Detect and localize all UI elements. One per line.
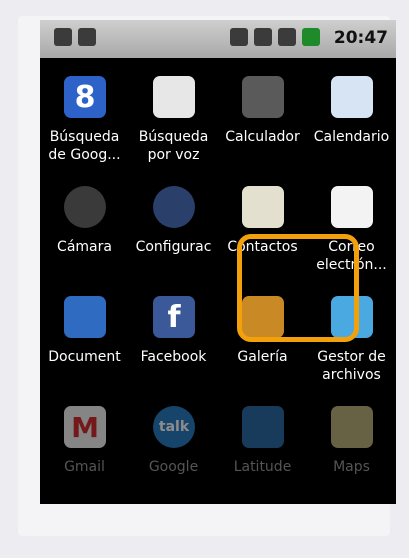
app-label: Contactos (227, 239, 298, 255)
app-busqueda-voz[interactable]: Búsqueda por voz (129, 60, 218, 170)
app-label: Configurac (135, 239, 212, 255)
status-bar: 20:47 (40, 20, 396, 58)
latitude-icon (242, 406, 284, 448)
file-manager-icon (331, 296, 373, 338)
network-icon (254, 28, 272, 46)
calendar-icon (331, 76, 373, 118)
phone-screen: 20:47 8 Búsqueda de Goog... Búsqueda por… (40, 20, 396, 504)
google-talk-icon: talk (153, 406, 195, 448)
app-gestor-archivos[interactable]: Gestor de archivos (307, 280, 396, 390)
facebook-icon: f (153, 296, 195, 338)
app-label: Búsqueda de Goog... (48, 129, 121, 163)
app-label: Facebook (140, 349, 207, 365)
email-icon (331, 186, 373, 228)
app-label: Gestor de archivos (317, 349, 386, 383)
camera-icon (64, 186, 106, 228)
voice-search-icon (153, 76, 195, 118)
signal-icon (230, 28, 248, 46)
app-gmail[interactable]: M Gmail (40, 390, 129, 500)
app-label: Maps (333, 459, 370, 475)
gmail-icon: M (64, 406, 106, 448)
app-camara[interactable]: Cámara (40, 170, 129, 280)
app-grid: 8 Búsqueda de Goog... Búsqueda por voz C… (40, 60, 396, 504)
app-contactos[interactable]: Contactos (218, 170, 307, 280)
app-label: Latitude (233, 459, 292, 475)
app-label: Galería (237, 349, 288, 365)
app-calculadora[interactable]: Calculador (218, 60, 307, 170)
bars-icon (278, 28, 296, 46)
usb-icon (54, 28, 72, 46)
app-documentos[interactable]: Document (40, 280, 129, 390)
google-search-icon: 8 (64, 76, 106, 118)
battery-icon (302, 28, 320, 46)
app-label: Calculador (225, 129, 300, 145)
app-label: Calendario (313, 129, 390, 145)
documents-icon (64, 296, 106, 338)
contacts-icon (242, 186, 284, 228)
app-label: Google (148, 459, 199, 475)
calculator-icon (242, 76, 284, 118)
app-label: Document (48, 349, 121, 365)
app-correo[interactable]: Correo electrón... (307, 170, 396, 280)
app-facebook[interactable]: f Facebook (129, 280, 218, 390)
gallery-icon (242, 296, 284, 338)
app-label: Cámara (57, 239, 112, 255)
app-latitude[interactable]: Latitude (218, 390, 307, 500)
app-maps[interactable]: Maps (307, 390, 396, 500)
status-time: 20:47 (333, 28, 388, 48)
app-calendario[interactable]: Calendario (307, 60, 396, 170)
settings-icon (153, 186, 195, 228)
app-label: Gmail (64, 459, 105, 475)
maps-icon (331, 406, 373, 448)
app-galeria[interactable]: Galería (218, 280, 307, 390)
android-icon (78, 28, 96, 46)
app-configuracion[interactable]: Configurac (129, 170, 218, 280)
app-label: Correo electrón... (316, 239, 387, 273)
app-busqueda-google[interactable]: 8 Búsqueda de Goog... (40, 60, 129, 170)
app-google-talk[interactable]: talk Google (129, 390, 218, 500)
app-label: Búsqueda por voz (138, 129, 209, 163)
